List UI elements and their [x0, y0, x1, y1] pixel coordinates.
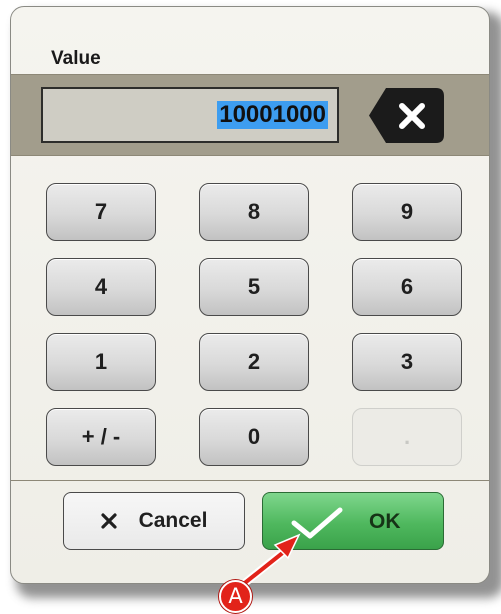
screenshot-stage: Value 10001000 7 8 9 4 5 6 1 2 3 + / - 0… [0, 0, 501, 614]
ok-button[interactable]: OK [262, 492, 444, 550]
key-plus-minus[interactable]: + / - [46, 408, 156, 466]
cancel-button[interactable]: Cancel [63, 492, 245, 550]
key-3[interactable]: 3 [352, 333, 462, 391]
clear-x-icon [369, 88, 444, 143]
key-1[interactable]: 1 [46, 333, 156, 391]
ok-label: OK [369, 510, 401, 533]
key-9[interactable]: 9 [352, 183, 462, 241]
key-0[interactable]: 0 [199, 408, 309, 466]
x-icon [100, 513, 117, 529]
key-8[interactable]: 8 [199, 183, 309, 241]
key-6[interactable]: 6 [352, 258, 462, 316]
value-input[interactable]: 10001000 [41, 87, 339, 143]
backspace-button[interactable] [368, 87, 445, 144]
key-2[interactable]: 2 [199, 333, 309, 391]
key-7[interactable]: 7 [46, 183, 156, 241]
value-label: Value [51, 48, 101, 69]
key-decimal: . [352, 408, 462, 466]
key-4[interactable]: 4 [46, 258, 156, 316]
callout-badge-a: A [219, 580, 252, 613]
key-5[interactable]: 5 [199, 258, 309, 316]
cancel-label: Cancel [138, 509, 208, 532]
divider [11, 480, 489, 481]
value-text: 10001000 [217, 101, 328, 129]
checkmark-icon [291, 507, 343, 539]
